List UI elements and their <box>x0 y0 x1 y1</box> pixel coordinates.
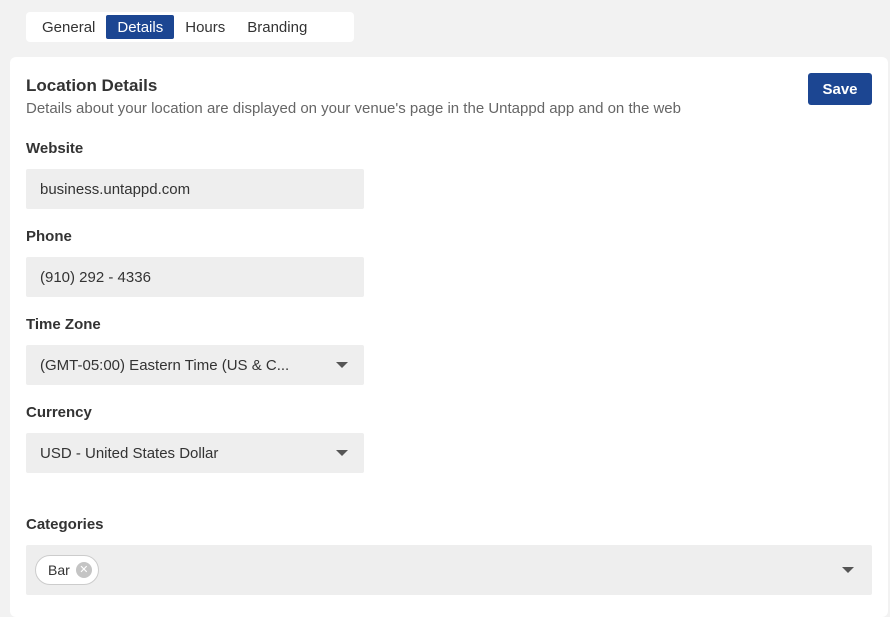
phone-value: (910) 292 - 4336 <box>40 268 151 286</box>
chevron-down-icon <box>336 362 348 368</box>
location-details-card: Location Details Details about your loca… <box>10 57 888 617</box>
timezone-select[interactable]: (GMT-05:00) Eastern Time (US & C... <box>26 345 364 385</box>
save-button[interactable]: Save <box>808 73 872 105</box>
currency-select[interactable]: USD - United States Dollar <box>26 433 364 473</box>
page-subtitle: Details about your location are displaye… <box>26 100 681 117</box>
timezone-value: (GMT-05:00) Eastern Time (US & C... <box>40 356 290 374</box>
tab-details[interactable]: Details <box>106 15 175 39</box>
website-value: business.untappd.com <box>40 180 191 198</box>
phone-field[interactable]: (910) 292 - 4336 <box>26 257 364 297</box>
timezone-label: Time Zone <box>26 316 101 333</box>
website-label: Website <box>26 140 84 157</box>
website-field[interactable]: business.untappd.com <box>26 169 364 209</box>
categories-label: Categories <box>26 516 104 533</box>
category-chip-label: Bar <box>48 562 70 578</box>
tab-bar: General Details Hours Branding <box>26 12 354 42</box>
chevron-down-icon <box>336 450 348 456</box>
categories-multiselect[interactable]: Bar ✕ <box>26 545 872 595</box>
tab-branding[interactable]: Branding <box>236 15 318 39</box>
page-title: Location Details <box>26 76 158 95</box>
tab-hours[interactable]: Hours <box>174 15 236 39</box>
tab-general[interactable]: General <box>31 15 106 39</box>
close-circle-icon[interactable]: ✕ <box>75 562 92 578</box>
currency-label: Currency <box>26 404 92 421</box>
chevron-down-icon <box>842 567 854 573</box>
phone-label: Phone <box>26 228 72 245</box>
currency-value: USD - United States Dollar <box>40 444 219 462</box>
category-chip: Bar ✕ <box>35 555 99 585</box>
